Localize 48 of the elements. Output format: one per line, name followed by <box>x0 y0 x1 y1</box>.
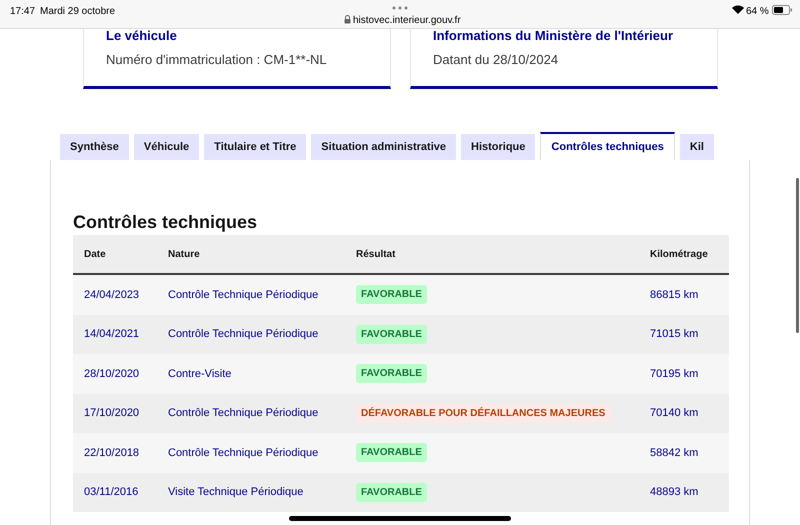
status-date: Mardi 29 octobre <box>40 5 116 19</box>
date-cell-text: 24/04/2023 <box>83 288 140 302</box>
battery-icon <box>772 5 792 15</box>
tab[interactable]: Historique <box>461 134 536 160</box>
mileage-cell-text: 70195 km <box>650 366 700 382</box>
lock-icon <box>344 15 351 24</box>
tab[interactable]: Situation administrative <box>311 134 456 160</box>
column-header: Kilométrage <box>650 248 709 262</box>
result-badge: DÉFAVORABLE POUR DÉFAILLANCES MAJEURES <box>356 404 610 423</box>
section-title: Contrôles techniques <box>73 211 258 233</box>
result-badge: FAVORABLE <box>356 285 427 304</box>
tab[interactable]: Synthèse <box>60 134 129 160</box>
column-header: Résultat <box>356 248 396 262</box>
nature-cell-text: Visite Technique Périodique <box>168 485 304 500</box>
nature-cell-text: Contrôle Technique Périodique <box>168 327 320 342</box>
card-title: Le véhicule <box>106 29 178 43</box>
wifi-icon <box>732 5 744 14</box>
tab[interactable]: Kil <box>680 134 714 160</box>
tab[interactable]: Titulaire et Titre <box>204 134 306 160</box>
result-badge: FAVORABLE <box>356 482 427 502</box>
nature-cell-text: Contrôle Technique Périodique <box>168 288 320 302</box>
mileage-cell-text: 86815 km <box>650 288 700 302</box>
result-badge: FAVORABLE <box>356 443 427 462</box>
card-text: Datant du 28/10/2024 <box>433 51 560 69</box>
mileage-cell-text: 58842 km <box>650 446 700 460</box>
nature-cell-text: Contrôle Technique Périodique <box>168 446 320 460</box>
column-header: Date <box>83 248 107 262</box>
mileage-cell-text: 70140 km <box>650 406 700 421</box>
mileage-cell-text: 48893 km <box>650 485 700 500</box>
column-header: Nature <box>168 248 201 262</box>
date-cell-text: 14/04/2021 <box>83 327 140 342</box>
card-title: Informations du Ministère de l'Intérieur <box>433 29 674 43</box>
card-text: Numéro d'immatriculation : CM-1**-NL <box>106 51 328 69</box>
battery-level: 64 % <box>746 5 769 19</box>
tab[interactable]: Véhicule <box>134 134 200 160</box>
nature-cell-text: Contre-Visite <box>168 366 232 382</box>
url-text[interactable]: histovec.interieur.gouv.fr <box>353 13 461 28</box>
tab[interactable]: Contrôles techniques <box>540 132 675 160</box>
nature-cell-text: Contrôle Technique Périodique <box>168 406 320 421</box>
date-cell-text: 28/10/2020 <box>83 366 140 382</box>
date-cell-text: 17/10/2020 <box>83 406 140 421</box>
result-badge: FAVORABLE <box>356 364 427 384</box>
more-icon <box>392 6 408 10</box>
date-cell-text: 03/11/2016 <box>83 485 140 500</box>
status-time: 17:47 <box>10 5 36 19</box>
mileage-cell-text: 71015 km <box>650 327 700 342</box>
result-badge: FAVORABLE <box>356 324 427 344</box>
date-cell-text: 22/10/2018 <box>83 446 140 460</box>
